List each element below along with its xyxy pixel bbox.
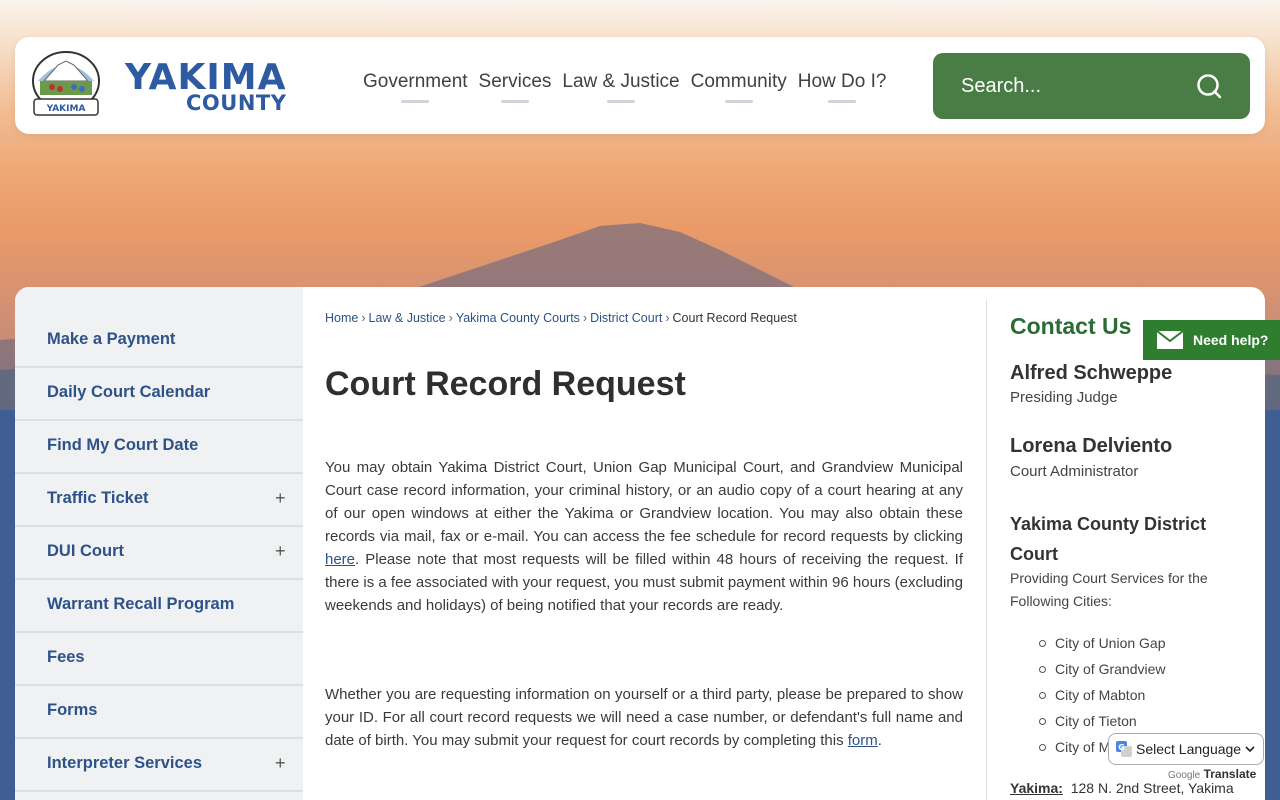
expand-icon[interactable]: + [275, 488, 286, 509]
list-item: City of Union Gap [1039, 630, 1166, 656]
nav-services[interactable]: Services [474, 67, 557, 107]
search-box [933, 53, 1250, 119]
nav-underline [828, 100, 857, 103]
sidebar-item-dui-court[interactable]: DUI Court + [15, 528, 303, 580]
sidebar-item-forms[interactable]: Forms [15, 687, 303, 739]
contact-us-title: Contact Us [1010, 313, 1132, 339]
chevron-down-icon [1245, 746, 1255, 753]
nav-government[interactable]: Government [358, 67, 473, 107]
contact-description: Providing Court Services for the Followi… [1010, 570, 1208, 609]
sidebar-item-interpreter-services[interactable]: Interpreter Services + [15, 740, 303, 792]
county-seal-icon: YAKIMA [32, 51, 100, 116]
main-content: Home › Law & Justice › Yakima County Courts ›… [325, 287, 965, 800]
svg-text:G: G [1118, 743, 1125, 752]
breadcrumb-yakima-county-courts[interactable]: Yakima County Courts [456, 311, 580, 325]
main-navigation: Government Services Law & Justice Commun… [358, 67, 892, 107]
contact-name: Lorena Delviento [1010, 435, 1173, 457]
nav-underline [401, 100, 430, 103]
svg-text:YAKIMA: YAKIMA [46, 104, 86, 114]
sidebar-item-fees[interactable]: Fees [15, 634, 303, 686]
breadcrumb-home[interactable]: Home [325, 311, 358, 325]
contact-role: Presiding Judge [1010, 389, 1118, 406]
search-icon [1197, 74, 1222, 99]
content-card: Make a Payment Daily Court Calendar Find… [15, 287, 1265, 800]
nav-underline [500, 100, 529, 103]
google-translate-credit: Google Translate [1168, 767, 1257, 781]
expand-icon[interactable]: + [275, 541, 286, 562]
expand-icon[interactable]: + [275, 753, 286, 774]
column-divider [986, 299, 987, 800]
sidebar-nav: Make a Payment Daily Court Calendar Find… [15, 287, 303, 800]
sidebar-item-warrant-recall-program[interactable]: Warrant Recall Program [15, 581, 303, 633]
breadcrumb-law-justice[interactable]: Law & Justice [369, 311, 446, 325]
paragraph-id-requirements: Whether you are requesting information o… [325, 686, 963, 749]
language-select[interactable]: G Select Language [1108, 733, 1264, 765]
sidebar-item-make-a-payment[interactable]: Make a Payment [15, 316, 303, 368]
site-header: YAKIMA YAKIMA COUNTY Government Services… [15, 37, 1265, 134]
contact-address: Yakima: 128 N. 2nd Street, Yakima [1010, 780, 1234, 796]
contact-role: Court Administrator [1010, 463, 1139, 480]
nav-underline [607, 100, 636, 103]
nav-underline [724, 100, 753, 103]
sidebar-item-daily-court-calendar[interactable]: Daily Court Calendar [15, 369, 303, 421]
mail-icon [1157, 331, 1183, 349]
page-title: Court Record Request [325, 365, 686, 403]
contact-name: Alfred Schweppe [1010, 362, 1173, 384]
breadcrumb: Home › Law & Justice › Yakima County Courts ›… [325, 311, 797, 325]
yakima-county-logo[interactable]: YAKIMA YAKIMA COUNTY [30, 51, 340, 121]
breadcrumb-district-court[interactable]: District Court [590, 311, 662, 325]
request-form-link[interactable]: form [848, 732, 878, 749]
contact-organization: Yakima County District Court [1010, 514, 1207, 564]
nav-law-justice[interactable]: Law & Justice [557, 67, 684, 107]
paragraph-record-info: You may obtain Yakima District Court, Un… [325, 459, 963, 614]
sidebar-item-traffic-ticket[interactable]: Traffic Ticket + [15, 475, 303, 527]
search-button[interactable] [1193, 70, 1225, 102]
google-translate-icon: G [1116, 741, 1132, 757]
list-item: City of Grandview [1039, 656, 1166, 682]
sidebar-item-find-my-court-date[interactable]: Find My Court Date [15, 422, 303, 474]
list-item: City of Tieton [1039, 708, 1166, 734]
nav-how-do-i[interactable]: How Do I? [793, 67, 892, 107]
logo-word-county: COUNTY [186, 91, 287, 115]
nav-community[interactable]: Community [686, 67, 792, 107]
fee-schedule-link[interactable]: here [325, 551, 355, 568]
search-input[interactable] [961, 69, 1191, 103]
contact-us-panel: Contact Us Alfred Schweppe Presiding Jud… [1010, 287, 1250, 800]
breadcrumb-current: Court Record Request [672, 311, 797, 325]
list-item: City of Mabton [1039, 682, 1166, 708]
need-help-button[interactable]: Need help? [1143, 320, 1280, 360]
